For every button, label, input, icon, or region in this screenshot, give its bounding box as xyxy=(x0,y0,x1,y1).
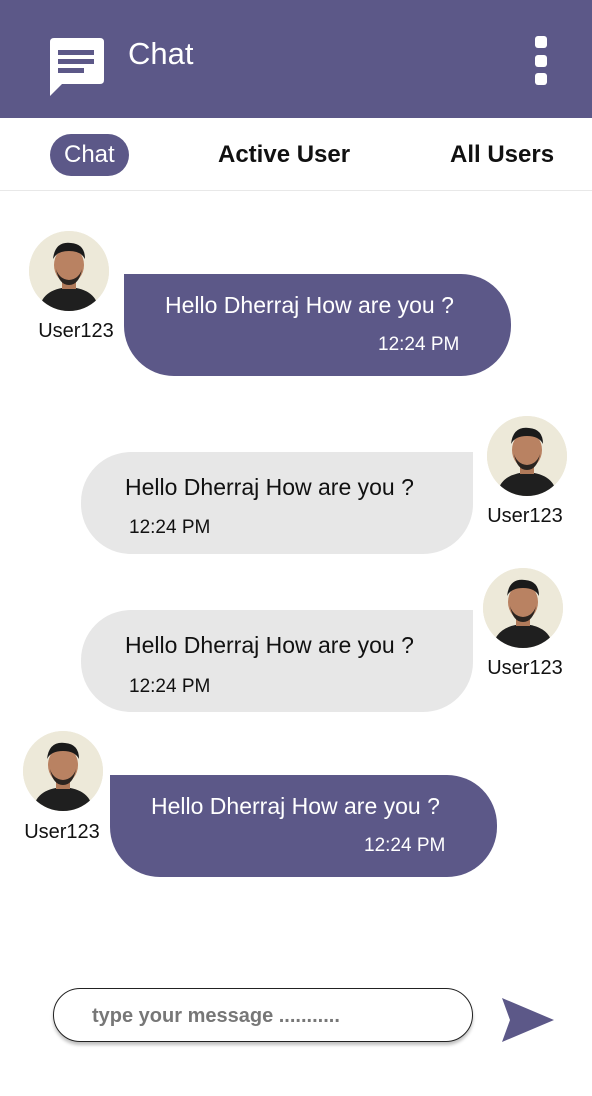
message-text: Hello Dherraj How are you ? xyxy=(125,632,414,658)
avatar[interactable] xyxy=(29,231,109,311)
message-bubble[interactable]: Hello Dherraj How are you ? 12:24 PM xyxy=(81,452,473,554)
message-username: User123 xyxy=(38,320,114,342)
message-bubble[interactable]: Hello Dherraj How are you ? 12:24 PM xyxy=(124,274,511,376)
message-input[interactable] xyxy=(90,989,454,1043)
tab-all-users[interactable]: All Users xyxy=(450,134,554,176)
message-username: User123 xyxy=(487,657,563,679)
send-icon[interactable] xyxy=(500,996,556,1044)
message-composer xyxy=(53,988,473,1043)
avatar[interactable] xyxy=(487,416,567,496)
message-bubble[interactable]: Hello Dherraj How are you ? 12:24 PM xyxy=(110,775,497,877)
chat-bubble-icon xyxy=(48,38,104,96)
message-time: 12:24 PM xyxy=(129,676,211,697)
app-header: Chat xyxy=(0,0,592,118)
kebab-menu-icon[interactable] xyxy=(530,36,552,86)
tab-active-user[interactable]: Active User xyxy=(218,134,350,176)
message-text: Hello Dherraj How are you ? xyxy=(151,793,440,819)
avatar[interactable] xyxy=(483,568,563,648)
message-bubble[interactable]: Hello Dherraj How are you ? 12:24 PM xyxy=(81,610,473,712)
message-time: 12:24 PM xyxy=(378,334,460,355)
app-title: Chat xyxy=(128,36,194,71)
tab-bar: Chat Active User All Users xyxy=(0,118,592,191)
message-text: Hello Dherraj How are you ? xyxy=(165,292,454,318)
message-username: User123 xyxy=(24,821,100,843)
avatar[interactable] xyxy=(23,731,103,811)
message-username: User123 xyxy=(487,505,563,527)
message-time: 12:24 PM xyxy=(129,517,211,538)
message-text: Hello Dherraj How are you ? xyxy=(125,474,414,500)
message-time: 12:24 PM xyxy=(364,835,446,856)
tab-chat[interactable]: Chat xyxy=(50,134,129,176)
